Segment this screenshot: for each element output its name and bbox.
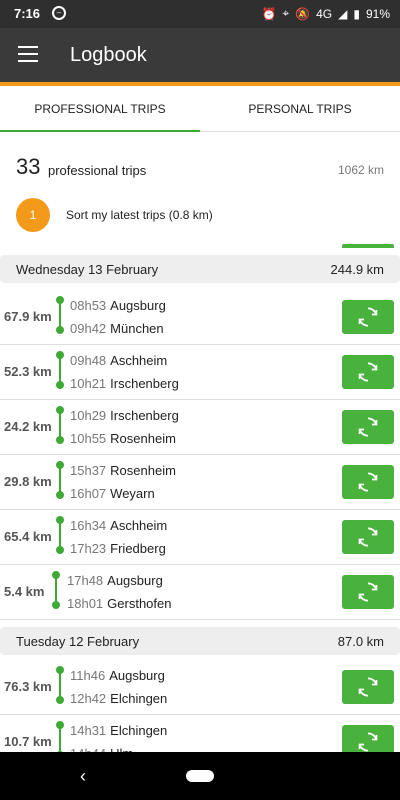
route-line [56, 664, 64, 710]
route-line [56, 514, 64, 560]
page-title: Logbook [70, 44, 147, 66]
sync-button[interactable] [342, 355, 394, 389]
trip-row[interactable]: 24.2 km 10h29 Irschenberg 10h55 Rosenheim [0, 400, 400, 455]
trip-summary: 33 professional trips 1062 km [0, 150, 400, 190]
trip-end: 10h55 Rosenheim [70, 431, 176, 446]
trip-row[interactable]: 5.4 km 17h48 Augsburg 18h01 Gersthofen [0, 565, 400, 620]
sort-trips-label[interactable]: Sort my latest trips (0.8 km) [66, 208, 213, 222]
sort-action-tab [342, 244, 394, 248]
data-saver-icon: – [52, 6, 66, 20]
battery-percent: 91% [365, 6, 390, 21]
trip-start: 14h31 Elchingen [70, 723, 168, 738]
trip-row[interactable]: 67.9 km 08h53 Augsburg 09h42 München [0, 290, 400, 345]
trip-start: 08h53 Augsburg [70, 298, 166, 313]
trip-distance: 52.3 km [4, 364, 52, 379]
signal-icon: ◢ [338, 6, 348, 21]
trip-end: 10h21 Irschenberg [70, 376, 179, 391]
trip-start: 17h48 Augsburg [67, 573, 163, 588]
trip-distance: 24.2 km [4, 419, 52, 434]
system-nav-bar: ‹ [0, 752, 400, 800]
trip-end: 16h07 Weyarn [70, 486, 155, 501]
trip-distance: 76.3 km [4, 679, 52, 694]
app-toolbar: Logbook [0, 28, 400, 82]
status-icons: ⏰ ⌖ 🔕 4G ◢ ▮ 91% [261, 6, 390, 21]
sync-button[interactable] [342, 465, 394, 499]
trip-end: 18h01 Gersthofen [67, 596, 172, 611]
pending-badge: 1 [16, 198, 50, 232]
sync-icon [358, 417, 378, 437]
sync-button[interactable] [342, 575, 394, 609]
trip-count: 33 [16, 154, 41, 179]
mute-icon: 🔕 [295, 6, 311, 21]
trip-count-label: professional trips [48, 163, 147, 178]
status-bar: 7:16 – ⏰ ⌖ 🔕 4G ◢ ▮ 91% [0, 0, 400, 28]
sync-icon [358, 527, 378, 547]
trip-end: 17h23 Friedberg [70, 541, 166, 556]
sync-icon [358, 677, 378, 697]
day-distance: 87.0 km [337, 634, 384, 649]
day-header: Wednesday 13 February 244.9 km [0, 255, 400, 283]
alarm-icon: ⏰ [261, 6, 277, 21]
trip-row[interactable]: 29.8 km 15h37 Rosenheim 16h07 Weyarn [0, 455, 400, 510]
sync-icon [358, 362, 378, 382]
status-time: 7:16 [14, 6, 41, 21]
trip-distance: 29.8 km [4, 474, 52, 489]
home-icon[interactable] [186, 770, 214, 782]
route-line [56, 294, 64, 340]
sync-button[interactable] [342, 300, 394, 334]
trip-end: 09h42 München [70, 321, 164, 336]
trip-start: 16h34 Aschheim [70, 518, 168, 533]
trip-start: 10h29 Irschenberg [70, 408, 179, 423]
tab-professional-trips[interactable]: PROFESSIONAL TRIPS [0, 86, 200, 132]
battery-icon: ▮ [353, 6, 360, 21]
sync-icon [358, 307, 378, 327]
sort-trips-row[interactable]: 1 Sort my latest trips (0.8 km) [0, 198, 400, 248]
network-label: 4G [316, 6, 333, 21]
sync-button[interactable] [342, 670, 394, 704]
trip-distance: 5.4 km [4, 584, 45, 599]
tab-personal-trips[interactable]: PERSONAL TRIPS [200, 86, 400, 131]
day-date: Tuesday 12 February [16, 634, 140, 649]
total-distance: 1062 km [337, 163, 384, 177]
sync-button[interactable] [342, 410, 394, 444]
trip-distance: 10.7 km [4, 734, 52, 749]
route-line [56, 349, 64, 395]
day-distance: 244.9 km [330, 262, 384, 277]
route-line [52, 569, 60, 615]
trip-distance: 67.9 km [4, 309, 52, 324]
location-icon: ⌖ [282, 6, 290, 20]
trip-distance: 65.4 km [4, 529, 52, 544]
trip-row[interactable]: 65.4 km 16h34 Aschheim 17h23 Friedberg [0, 510, 400, 565]
trip-end: 12h42 Elchingen [70, 691, 168, 706]
trip-tabs: PROFESSIONAL TRIPS PERSONAL TRIPS [0, 86, 400, 132]
trip-start: 15h37 Rosenheim [70, 463, 176, 478]
day-date: Wednesday 13 February [16, 262, 159, 277]
sync-button[interactable] [342, 520, 394, 554]
route-line [56, 459, 64, 505]
trip-start: 11h46 Augsburg [70, 668, 165, 683]
route-line [56, 404, 64, 450]
sync-icon [358, 472, 378, 492]
trip-start: 09h48 Aschheim [70, 353, 168, 368]
back-icon[interactable]: ‹ [80, 766, 86, 787]
day-header: Tuesday 12 February 87.0 km [0, 627, 400, 655]
trip-row[interactable]: 76.3 km 11h46 Augsburg 12h42 Elchingen [0, 660, 400, 715]
sync-icon [358, 582, 378, 602]
hamburger-icon[interactable] [18, 46, 38, 62]
trip-row[interactable]: 52.3 km 09h48 Aschheim 10h21 Irschenberg [0, 345, 400, 400]
